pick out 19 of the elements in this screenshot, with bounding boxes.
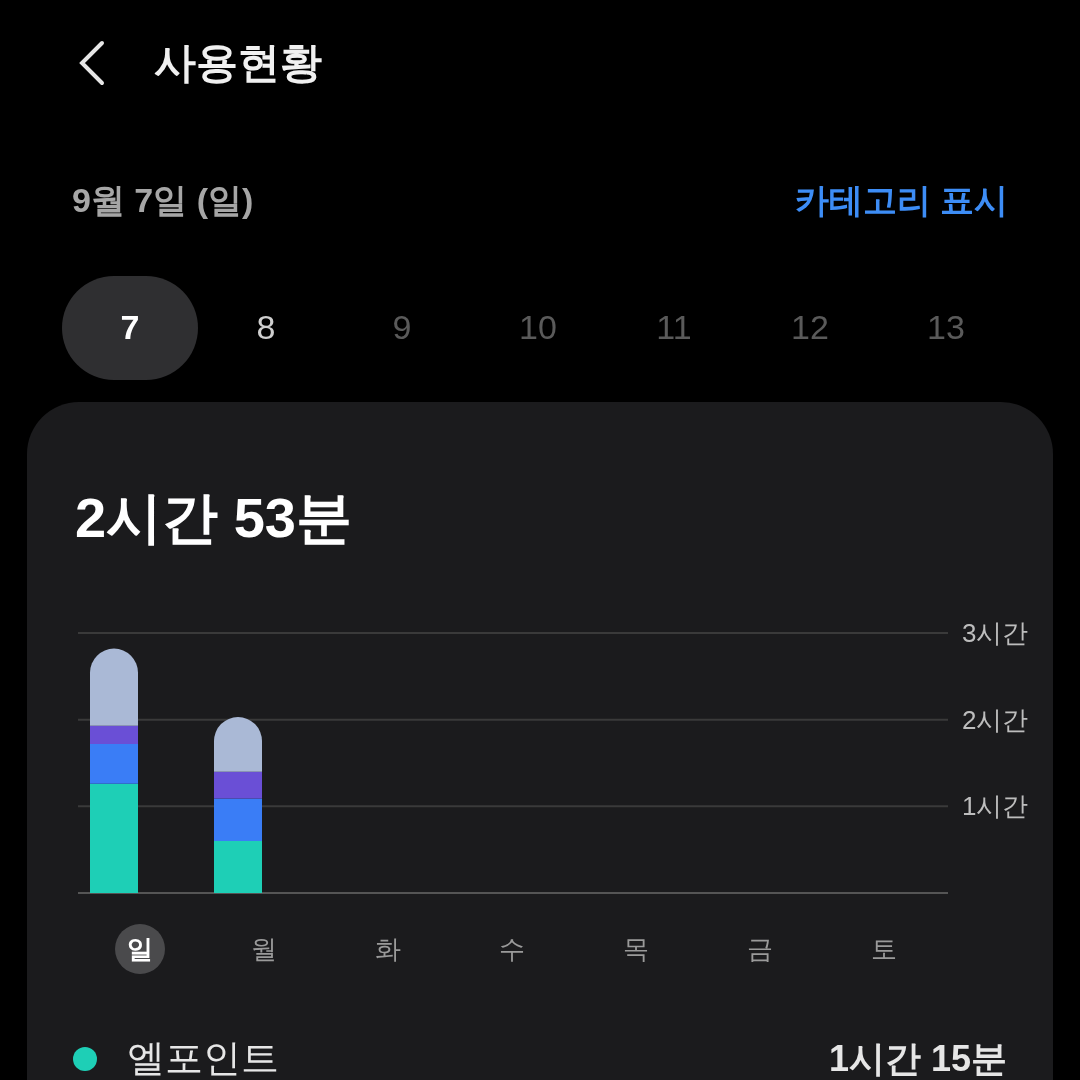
weekday-label[interactable]: 토 [859, 924, 909, 974]
back-icon[interactable] [78, 38, 106, 87]
tick-label: 1시간 [962, 791, 1029, 822]
tick-label: 2시간 [962, 704, 1029, 735]
category-link[interactable]: 카테고리 표시 [794, 174, 1008, 226]
app-time: 1시간 15분 [828, 1036, 1007, 1080]
tick-label: 3시간 [962, 618, 1029, 648]
day-tab[interactable]: 7 [62, 275, 198, 380]
day-tab[interactable]: 8 [198, 275, 334, 380]
weekday-label[interactable]: 일 [115, 924, 165, 974]
page-title: 사용현황 [154, 38, 322, 88]
weekday-label[interactable]: 금 [735, 924, 785, 974]
total-time: 2시간 53분 [75, 486, 352, 549]
weekday-label[interactable]: 월 [239, 924, 289, 974]
app-name: 엘포인트 [127, 1036, 280, 1080]
weekday-label[interactable]: 수 [487, 924, 537, 974]
weekday-label[interactable]: 화 [363, 924, 413, 974]
weekday-label[interactable]: 목 [611, 924, 661, 974]
date-label: 9월 7일 (일) [72, 179, 254, 221]
